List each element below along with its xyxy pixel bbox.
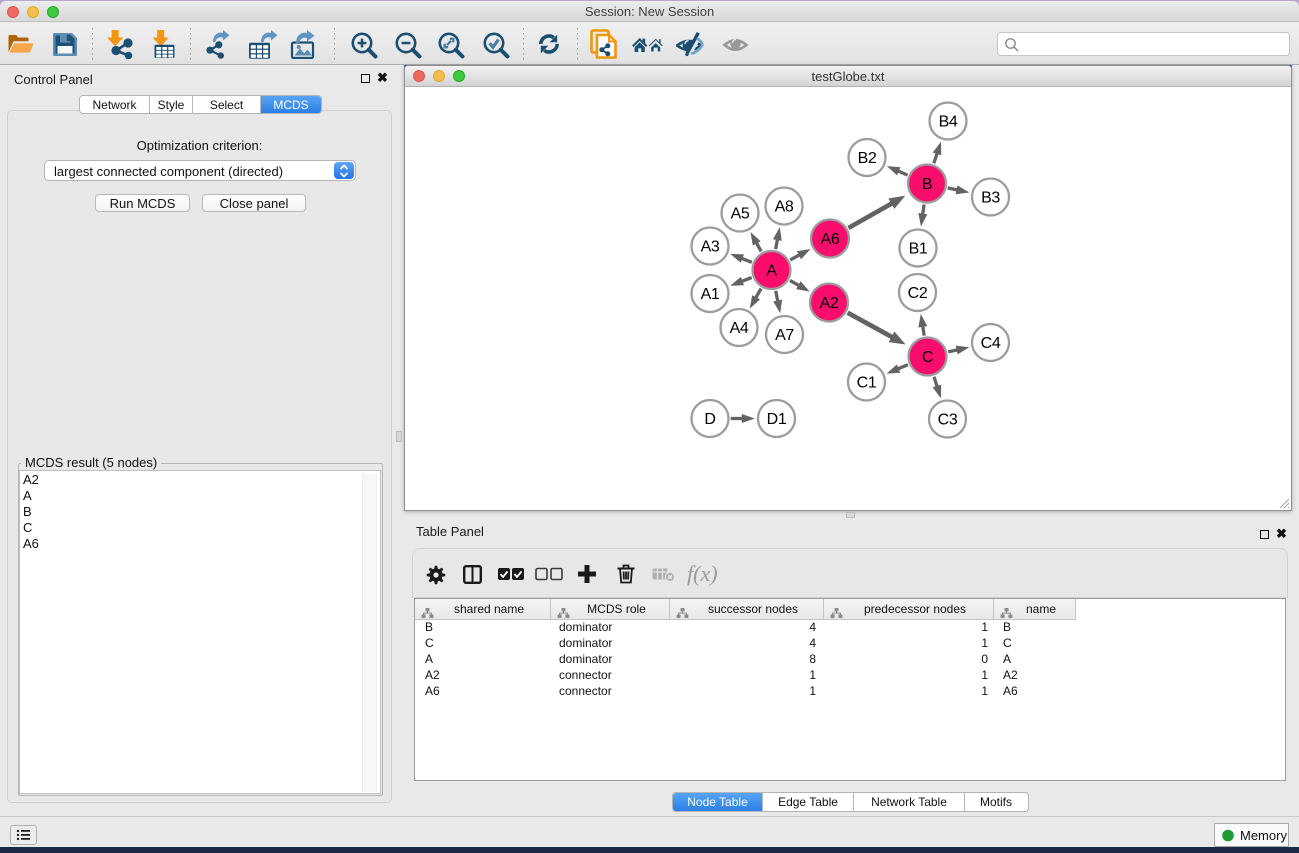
svg-text:A: A (766, 263, 777, 280)
svg-text:C4: C4 (981, 335, 1001, 352)
svg-text:C2: C2 (908, 285, 928, 302)
svg-text:B: B (922, 176, 932, 193)
svg-text:B4: B4 (939, 114, 958, 131)
svg-text:C3: C3 (938, 412, 958, 429)
svg-text:Memory: Memory (1240, 828, 1287, 843)
svg-text:A4: A4 (730, 320, 749, 337)
svg-text:A7: A7 (775, 327, 794, 344)
svg-text:A3: A3 (701, 239, 720, 256)
svg-text:C: C (922, 349, 933, 366)
svg-text:A6: A6 (821, 231, 840, 248)
svg-text:A5: A5 (731, 206, 750, 223)
svg-text:C1: C1 (857, 375, 877, 392)
svg-text:A2: A2 (820, 295, 839, 312)
svg-text:A1: A1 (701, 286, 720, 303)
svg-text:B1: B1 (909, 241, 928, 258)
svg-text:B3: B3 (981, 190, 1000, 207)
svg-text:A8: A8 (775, 199, 794, 216)
svg-text:D1: D1 (767, 411, 787, 428)
svg-text:B2: B2 (858, 150, 877, 167)
svg-text:D: D (704, 411, 715, 428)
svg-text:f(x): f(x) (687, 561, 718, 586)
